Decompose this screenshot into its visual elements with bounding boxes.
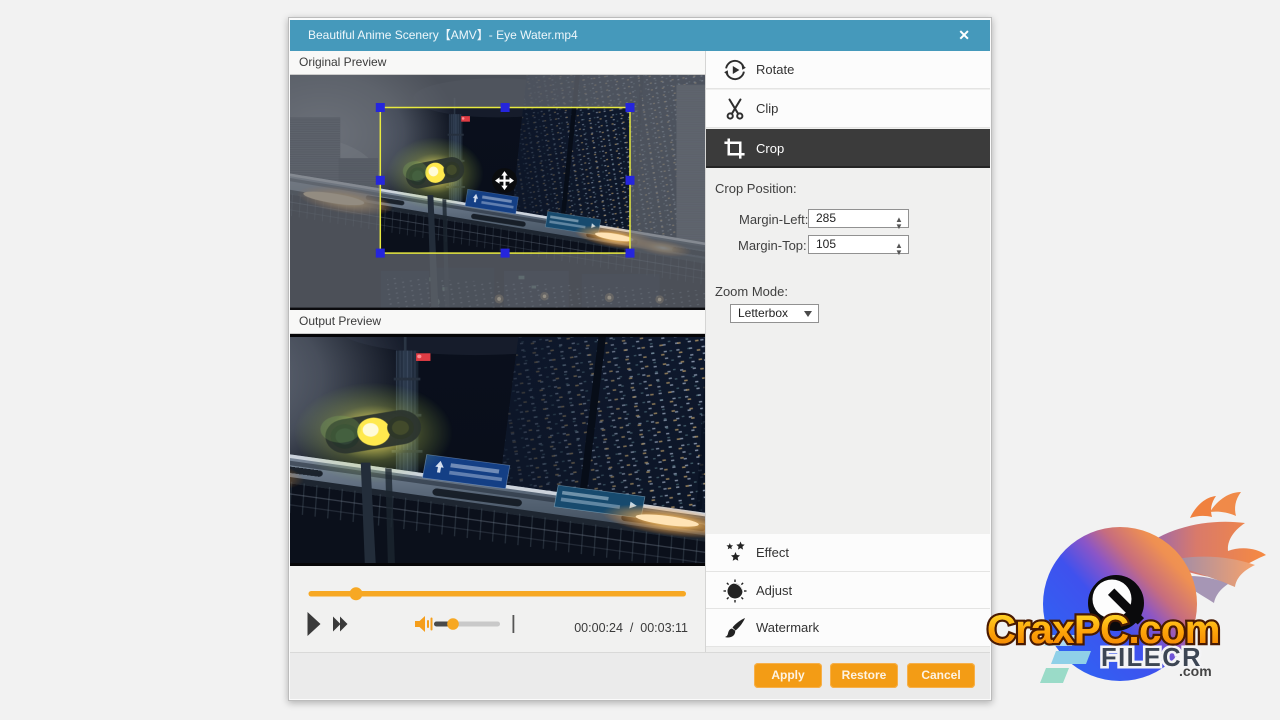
svg-text:.com: .com — [1179, 663, 1212, 679]
svg-text:CraxPC.com: CraxPC.com — [987, 608, 1220, 652]
